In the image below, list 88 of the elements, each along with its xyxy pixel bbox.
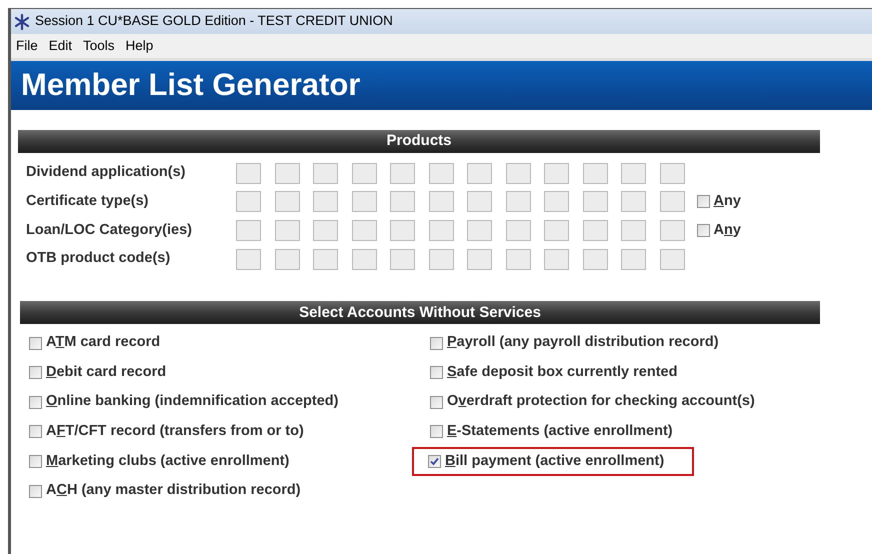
asterisk-logo-icon [13, 12, 31, 30]
field-label: OTB product code(s) [25, 249, 172, 268]
checkbox-label[interactable]: Online banking (indemnification accepted) [46, 391, 338, 414]
checkbox-label[interactable]: AFT/CFT record (transfers from or to) [46, 421, 304, 443]
checkbox[interactable] [29, 336, 42, 350]
checkbox-label[interactable]: Any [714, 191, 741, 213]
window-title: Session 1 CU*BASE GOLD Edition - TEST CREDIT UNION [35, 12, 393, 30]
code-input-field[interactable] [390, 220, 415, 241]
code-input-field[interactable] [660, 191, 684, 212]
checkbox-label[interactable]: Overdraft protection for checking account(s) [447, 391, 755, 414]
field-label: Certificate type(s) [25, 192, 150, 212]
code-input-field[interactable] [467, 191, 492, 212]
code-input-field[interactable] [352, 248, 376, 270]
field-label: Loan/LOC Category(ies) [25, 220, 193, 240]
code-input-field[interactable] [660, 220, 684, 241]
checkbox[interactable] [430, 396, 443, 409]
code-input-field[interactable] [467, 248, 492, 270]
checkbox-label[interactable]: E-Statements (active enrollment) [447, 421, 673, 443]
checkbox-label[interactable]: Safe deposit box currently rented [447, 362, 678, 384]
code-input-field[interactable] [621, 220, 646, 241]
code-input-field[interactable] [274, 220, 300, 241]
code-input-field[interactable] [352, 191, 376, 212]
page-header: Member List Generator [11, 58, 872, 110]
checkbox[interactable] [29, 366, 42, 380]
checkbox[interactable] [29, 396, 42, 409]
checkbox-label[interactable]: Debit card record [46, 362, 166, 384]
checkbox-label[interactable]: Bill payment (active enrollment) [445, 450, 664, 472]
checkbox-label[interactable]: ATM card record [46, 332, 160, 354]
field-label: Dividend application(s) [25, 163, 187, 182]
code-input-field[interactable] [544, 191, 569, 212]
checkbox[interactable] [696, 224, 710, 237]
code-input-field[interactable] [274, 248, 300, 270]
code-input-field[interactable] [274, 162, 300, 184]
code-input-field[interactable] [236, 248, 261, 270]
code-input-field[interactable] [544, 220, 569, 241]
code-input-field[interactable] [582, 191, 608, 212]
code-input-field[interactable] [544, 162, 569, 184]
code-input-field[interactable] [313, 248, 338, 270]
menu-item[interactable]: Help [120, 36, 158, 56]
code-input-field[interactable] [274, 191, 300, 212]
checkbox[interactable] [29, 455, 42, 468]
code-input-field[interactable] [313, 191, 338, 212]
code-input-field[interactable] [428, 162, 454, 184]
code-input-field[interactable] [236, 191, 261, 212]
code-input-field[interactable] [582, 162, 608, 184]
checkbox[interactable] [29, 484, 42, 498]
checkbox-label[interactable]: Payroll (any payroll distribution record) [447, 332, 719, 354]
code-input-field[interactable] [660, 162, 684, 184]
checkbox[interactable] [696, 195, 710, 208]
checkmark-icon [430, 457, 439, 466]
checkbox[interactable] [29, 425, 42, 438]
section-header: Products [18, 130, 820, 153]
code-input-field[interactable] [428, 248, 454, 270]
checkbox-label[interactable]: Marketing clubs (active enrollment) [46, 450, 290, 472]
code-input-field[interactable] [352, 220, 376, 241]
code-input-field[interactable] [428, 220, 454, 241]
code-input-field[interactable] [506, 220, 530, 241]
menu-item[interactable]: File [11, 36, 43, 56]
code-input-field[interactable] [582, 220, 608, 241]
checkbox[interactable] [430, 366, 443, 380]
code-input-field[interactable] [467, 220, 492, 241]
code-input-field[interactable] [506, 191, 530, 212]
code-input-field[interactable] [621, 162, 646, 184]
menu-item[interactable]: Edit [44, 36, 78, 56]
checkbox-label[interactable]: ACH (any master distribution record) [46, 480, 301, 502]
code-input-field[interactable] [621, 191, 646, 212]
code-input-field[interactable] [506, 248, 530, 270]
code-input-field[interactable] [352, 162, 376, 184]
code-input-field[interactable] [390, 248, 415, 270]
code-input-field[interactable] [236, 162, 261, 184]
code-input-field[interactable] [313, 220, 338, 241]
code-input-field[interactable] [582, 248, 608, 270]
code-input-field[interactable] [621, 248, 646, 270]
code-input-field[interactable] [544, 248, 569, 270]
code-input-field[interactable] [506, 162, 530, 184]
checkbox[interactable] [428, 455, 441, 468]
checkbox[interactable] [430, 425, 443, 438]
code-input-field[interactable] [390, 191, 415, 212]
code-input-field[interactable] [660, 248, 684, 270]
code-input-field[interactable] [467, 162, 492, 184]
code-input-field[interactable] [313, 162, 338, 184]
checkbox-label[interactable]: Any [714, 220, 741, 242]
code-input-field[interactable] [390, 162, 415, 184]
menu-item[interactable]: Tools [78, 36, 120, 56]
section-header: Select Accounts Without Services [20, 301, 820, 324]
checkbox[interactable] [430, 336, 443, 350]
code-input-field[interactable] [236, 220, 261, 241]
code-input-field[interactable] [428, 191, 454, 212]
